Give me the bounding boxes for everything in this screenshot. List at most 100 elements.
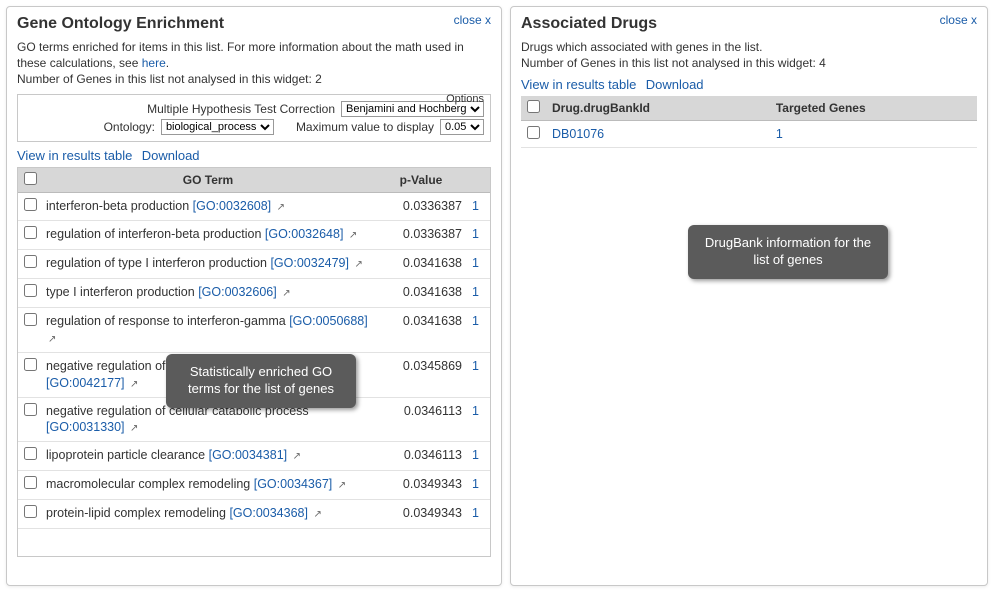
table-row: type I interferon production [GO:0032606… <box>18 279 490 308</box>
count-link[interactable]: 1 <box>472 227 479 241</box>
header-pvalue: p-Value <box>376 168 466 193</box>
view-results-link[interactable]: View in results table <box>521 77 636 92</box>
row-checkbox[interactable] <box>24 255 37 268</box>
go-id-link[interactable]: [GO:0032608] <box>193 199 272 213</box>
pvalue-cell: 0.0341638 <box>376 308 466 353</box>
external-link-icon[interactable]: ↗ <box>130 378 138 392</box>
panel-description: Drugs which associated with genes in the… <box>521 39 977 71</box>
header-go-term: GO Term <box>40 168 376 193</box>
panel-title: Gene Ontology Enrichment <box>17 15 491 33</box>
pvalue-cell: 0.0349343 <box>376 500 466 529</box>
row-checkbox[interactable] <box>527 126 540 139</box>
go-enrichment-panel: close x Gene Ontology Enrichment GO term… <box>6 6 502 586</box>
table-row: negative regulation of protein catabolic… <box>18 352 490 397</box>
maxval-select[interactable]: 0.05 <box>440 119 484 135</box>
row-checkbox[interactable] <box>24 403 37 416</box>
view-results-link[interactable]: View in results table <box>17 148 132 163</box>
external-link-icon[interactable]: ↗ <box>277 201 285 215</box>
table-row: macromolecular complex remodeling [GO:00… <box>18 471 490 500</box>
go-term-cell: interferon-beta production [GO:0032608] … <box>40 192 376 221</box>
external-link-icon[interactable]: ↗ <box>48 333 56 347</box>
mhtc-label: Multiple Hypothesis Test Correction <box>147 102 335 116</box>
drug-id-link[interactable]: DB01076 <box>552 127 604 141</box>
external-link-icon[interactable]: ↗ <box>338 479 346 493</box>
go-id-link[interactable]: [GO:0034381] <box>209 448 288 462</box>
panel-title: Associated Drugs <box>521 15 977 33</box>
external-link-icon[interactable]: ↗ <box>354 258 362 272</box>
row-checkbox[interactable] <box>24 284 37 297</box>
pvalue-cell: 0.0341638 <box>376 279 466 308</box>
count-link[interactable]: 1 <box>472 256 479 270</box>
not-analysed-text: Number of Genes in this list not analyse… <box>521 56 826 70</box>
go-id-link[interactable]: [GO:0050688] <box>289 314 368 328</box>
go-term-cell: protein-lipid complex remodeling [GO:003… <box>40 500 376 529</box>
ontology-select[interactable]: biological_process <box>161 119 274 135</box>
pvalue-cell: 0.0336387 <box>376 192 466 221</box>
go-term-cell: type I interferon production [GO:0032606… <box>40 279 376 308</box>
count-link[interactable]: 1 <box>776 127 783 141</box>
go-term-cell: regulation of response to interferon-gam… <box>40 308 376 353</box>
external-link-icon[interactable]: ↗ <box>313 508 321 522</box>
go-term-cell: lipoprotein particle clearance [GO:00343… <box>40 442 376 471</box>
associated-drugs-panel: close x Associated Drugs Drugs which ass… <box>510 6 988 586</box>
pvalue-cell: 0.0345869 <box>376 352 466 397</box>
go-table-scroll[interactable]: GO Term p-Value interferon-beta producti… <box>17 167 491 557</box>
table-row: DB01076 1 <box>521 121 977 148</box>
count-link[interactable]: 1 <box>472 285 479 299</box>
count-link[interactable]: 1 <box>472 404 479 418</box>
count-link[interactable]: 1 <box>472 477 479 491</box>
pvalue-cell: 0.0341638 <box>376 250 466 279</box>
options-legend: Options <box>446 93 484 105</box>
row-checkbox[interactable] <box>24 226 37 239</box>
options-box: Options Multiple Hypothesis Test Correct… <box>17 94 491 142</box>
maxval-label: Maximum value to display <box>296 120 434 134</box>
header-drug-id: Drug.drugBankId <box>546 96 770 121</box>
download-link[interactable]: Download <box>142 148 200 163</box>
close-button[interactable]: close x <box>940 13 977 27</box>
row-checkbox[interactable] <box>24 313 37 326</box>
not-analysed-text: Number of Genes in this list not analyse… <box>17 72 322 86</box>
go-id-link[interactable]: [GO:0031330] <box>46 420 125 434</box>
drug-table: Drug.drugBankId Targeted Genes DB01076 1 <box>521 96 977 148</box>
table-row: lipoprotein particle clearance [GO:00343… <box>18 442 490 471</box>
row-checkbox[interactable] <box>24 198 37 211</box>
table-row: negative regulation of cellular cataboli… <box>18 397 490 442</box>
count-link[interactable]: 1 <box>472 506 479 520</box>
header-targeted-genes: Targeted Genes <box>770 96 977 121</box>
go-id-link[interactable]: [GO:0042177] <box>46 376 125 390</box>
row-checkbox[interactable] <box>24 505 37 518</box>
go-id-link[interactable]: [GO:0034368] <box>229 506 308 520</box>
pvalue-cell: 0.0346113 <box>376 397 466 442</box>
select-all-checkbox[interactable] <box>24 172 37 185</box>
select-all-checkbox[interactable] <box>527 100 540 113</box>
pvalue-cell: 0.0349343 <box>376 471 466 500</box>
ontology-label: Ontology: <box>104 120 155 134</box>
go-term-cell: negative regulation of cellular cataboli… <box>40 397 376 442</box>
row-checkbox[interactable] <box>24 476 37 489</box>
go-term-cell: regulation of interferon-beta production… <box>40 221 376 250</box>
go-id-link[interactable]: [GO:0032479] <box>270 256 349 270</box>
count-link[interactable]: 1 <box>472 314 479 328</box>
count-link[interactable]: 1 <box>472 359 479 373</box>
math-info-link[interactable]: here <box>142 56 166 70</box>
external-link-icon[interactable]: ↗ <box>293 450 301 464</box>
count-link[interactable]: 1 <box>472 199 479 213</box>
external-link-icon[interactable]: ↗ <box>349 229 357 243</box>
go-table: GO Term p-Value interferon-beta producti… <box>18 168 490 529</box>
go-term-cell: negative regulation of protein catabolic… <box>40 352 376 397</box>
close-button[interactable]: close x <box>454 13 491 27</box>
row-checkbox[interactable] <box>24 447 37 460</box>
table-row: interferon-beta production [GO:0032608] … <box>18 192 490 221</box>
pvalue-cell: 0.0346113 <box>376 442 466 471</box>
external-link-icon[interactable]: ↗ <box>282 287 290 301</box>
go-id-link[interactable]: [GO:0034367] <box>254 477 333 491</box>
table-row: protein-lipid complex remodeling [GO:003… <box>18 500 490 529</box>
external-link-icon[interactable]: ↗ <box>130 422 138 436</box>
table-row: regulation of type I interferon producti… <box>18 250 490 279</box>
row-checkbox[interactable] <box>24 358 37 371</box>
go-id-link[interactable]: [GO:0032648] <box>265 227 344 241</box>
download-link[interactable]: Download <box>646 77 704 92</box>
count-link[interactable]: 1 <box>472 448 479 462</box>
table-row: regulation of interferon-beta production… <box>18 221 490 250</box>
go-id-link[interactable]: [GO:0032606] <box>198 285 277 299</box>
